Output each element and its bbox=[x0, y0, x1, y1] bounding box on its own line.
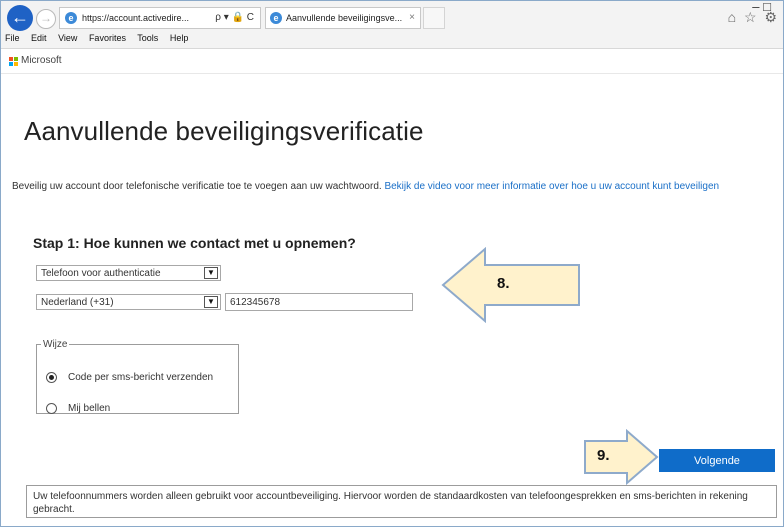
method-select-value: Telefoon voor authenticatie bbox=[41, 268, 161, 279]
toolbar-icons[interactable]: ⌂ ☆ ⚙ bbox=[728, 9, 779, 26]
right-arrow-callout-icon bbox=[584, 428, 659, 486]
option-call[interactable]: Mij bellen bbox=[46, 403, 110, 414]
video-info-link[interactable]: Bekijk de video voor meer informatie ove… bbox=[384, 181, 719, 192]
address-controls-icons[interactable]: ρ ▾ 🔒 C bbox=[215, 12, 254, 23]
method-select[interactable]: Telefoon voor authenticatie ▼ bbox=[36, 265, 221, 281]
address-url: https://account.activedire... bbox=[82, 13, 190, 23]
chevron-down-icon[interactable]: ▼ bbox=[204, 267, 218, 279]
left-arrow-callout-icon bbox=[441, 246, 580, 324]
new-tab-button[interactable] bbox=[423, 7, 445, 29]
browser-chrome: – □ ← → e https://account.activedire... … bbox=[1, 1, 783, 49]
menu-bar: File Edit View Favorites Tools Help bbox=[5, 33, 197, 43]
tab-close-icon[interactable]: × bbox=[409, 12, 415, 23]
microsoft-header: Microsoft bbox=[1, 49, 783, 74]
browser-tab[interactable]: e Aanvullende beveiligingsve... × bbox=[265, 7, 421, 29]
menu-favorites[interactable]: Favorites bbox=[89, 33, 126, 43]
description-text: Beveilig uw account door telefonische ve… bbox=[12, 181, 382, 192]
page-title: Aanvullende beveiligingsverificatie bbox=[24, 116, 424, 146]
forward-button[interactable]: → bbox=[36, 9, 56, 29]
step-heading: Stap 1: Hoe kunnen we contact met u opne… bbox=[33, 235, 356, 251]
back-button[interactable]: ← bbox=[7, 5, 33, 31]
radio-call[interactable] bbox=[46, 403, 57, 414]
menu-help[interactable]: Help bbox=[170, 33, 189, 43]
radio-sms-selected[interactable] bbox=[46, 372, 57, 383]
callout-step-9: 9. bbox=[583, 428, 659, 486]
country-select-value: Nederland (+31) bbox=[41, 297, 114, 308]
option-sms-label: Code per sms-bericht verzenden bbox=[68, 372, 214, 384]
browser-window: – □ ← → e https://account.activedire... … bbox=[0, 0, 784, 527]
chevron-down-icon[interactable]: ▼ bbox=[204, 296, 218, 308]
menu-file[interactable]: File bbox=[5, 33, 20, 43]
contact-mode-group: Wijze Code per sms-bericht verzenden Mij… bbox=[36, 339, 239, 414]
phone-number-input[interactable]: 612345678 bbox=[225, 293, 413, 311]
ie-icon: e bbox=[65, 12, 77, 24]
callout-8-label: 8. bbox=[497, 275, 510, 292]
country-select[interactable]: Nederland (+31) ▼ bbox=[36, 294, 221, 310]
menu-edit[interactable]: Edit bbox=[31, 33, 47, 43]
privacy-note: Uw telefoonnummers worden alleen gebruik… bbox=[26, 485, 777, 518]
page-description: Beveilig uw account door telefonische ve… bbox=[12, 181, 772, 193]
callout-9-label: 9. bbox=[597, 447, 610, 464]
menu-tools[interactable]: Tools bbox=[137, 33, 158, 43]
address-bar[interactable]: e https://account.activedire... ρ ▾ 🔒 C bbox=[59, 7, 261, 29]
next-button[interactable]: Volgende bbox=[659, 449, 775, 472]
menu-view[interactable]: View bbox=[58, 33, 77, 43]
option-call-label: Mij bellen bbox=[68, 403, 111, 415]
tab-ie-icon: e bbox=[270, 12, 282, 24]
contact-mode-legend: Wijze bbox=[43, 339, 68, 350]
callout-step-8: 8. bbox=[441, 246, 581, 324]
microsoft-logo-icon bbox=[9, 57, 18, 66]
option-sms[interactable]: Code per sms-bericht verzenden bbox=[46, 372, 213, 383]
microsoft-brand-text: Microsoft bbox=[21, 55, 62, 66]
tab-title: Aanvullende beveiligingsve... bbox=[286, 13, 403, 23]
